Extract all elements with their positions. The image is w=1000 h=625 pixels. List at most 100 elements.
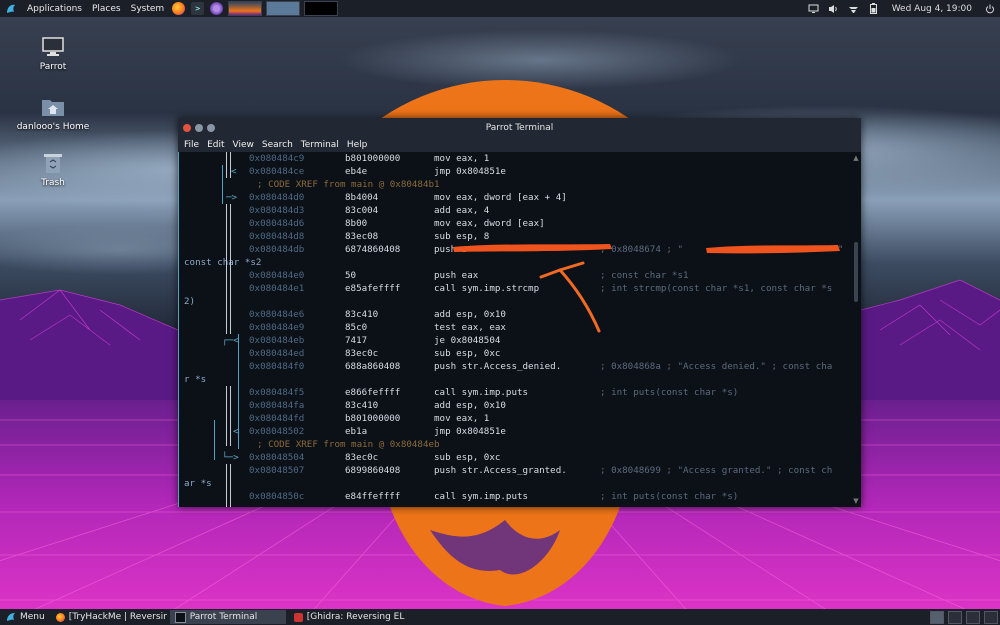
opcode-bytes: e84ffeffff [345,491,401,502]
flow-gutter-line [226,464,227,507]
instruction: sub esp, 0xc [434,348,501,359]
scrollbar-thumb[interactable] [854,242,858,302]
terminal-output[interactable]: 0x080484c9 b801000000 mov eax, 1 0x080484ce… [178,152,851,507]
menu-edit[interactable]: Edit [203,140,228,150]
clock[interactable]: Wed Aug 4, 19:00 [888,3,976,15]
xref-comment-line: ; CODE XREF from main @ 0x80484b1 [178,178,851,191]
address: 0x080484db [249,244,305,255]
opcode-bytes: 6874860408 [345,244,401,255]
firefox-icon[interactable] [172,2,186,15]
volume-icon[interactable] [828,3,840,15]
menu-button[interactable]: Menu [0,609,51,625]
xref-comment-line: ; CODE XREF from main @ 0x80484eb [178,438,851,451]
workspace-thumbnail-1[interactable] [228,1,263,16]
address: 0x08048504 [249,452,305,463]
workspace-1[interactable] [930,610,944,624]
workspace-4[interactable] [984,610,998,624]
opcode-bytes: 83c004 [345,205,379,216]
wrapped-text: 2) [184,296,196,307]
address: 0x080484fa [249,400,305,411]
scroll-down-icon[interactable]: ▼ [852,497,860,505]
desktop-icon-parrot[interactable]: Parrot [13,34,93,72]
instruction: add esp, 0x10 [434,400,506,411]
disasm-line: 0x08048507 6899860408 push str.Access_gran… [178,464,851,477]
instruction: sub esp, 8 [434,231,490,242]
menu-search[interactable]: Search [258,140,297,150]
wrapped-text: const char *s2 [184,257,262,268]
menu-view[interactable]: View [229,140,258,150]
terminal-window[interactable]: Parrot Terminal File Edit View Search Te… [178,118,861,507]
home-folder-icon [40,94,66,120]
flow-gutter-line [214,420,215,460]
flow-gutter-line [226,152,227,178]
disasm-line: 0x080484e1 e85afeffff call sym.imp.strcmp;… [178,282,851,295]
desktop-icon-trash[interactable]: Trash [13,150,93,188]
address: 0x080484fd [249,413,305,424]
flow-gutter-line [230,308,231,334]
terminal-icon [174,611,186,623]
menu-file[interactable]: File [180,140,203,150]
instruction: push s [434,244,468,255]
parrot-menu-icon[interactable] [0,0,22,17]
opcode-bytes: 8b4004 [345,192,379,203]
flow-arrow: ─> [226,192,238,203]
taskbar-item-terminal[interactable]: Parrot Terminal [169,610,286,624]
disasm-line: 0x080484e9 85c0 test eax, eax [178,321,851,334]
system-menu[interactable]: System [126,0,170,17]
close-button[interactable] [183,123,191,132]
flow-gutter-line [226,204,227,308]
disasm-line: 0x0804850c e84ffeffff call sym.imp.puts ; i… [178,490,851,503]
terminal-icon[interactable]: > [191,2,205,15]
comment-tail: " ; [838,244,851,255]
task-label: Parrot Terminal [189,612,258,622]
desktop-icon-label: Trash [41,178,65,188]
desktop-icon-home[interactable]: danlooo's Home [13,94,93,132]
terminal-scrollbar[interactable]: ▲ ▼ [851,152,861,507]
disasm-line: 0x08048502 eb1a jmp 0x804851e [178,425,851,438]
firefox-icon [55,612,65,622]
opcode-bytes: 50 [345,270,357,281]
terminal-titlebar[interactable]: Parrot Terminal [178,118,861,137]
address: 0x080484f5 [249,387,305,398]
parrot-menu-icon [7,613,15,621]
flow-gutter-line [226,386,227,446]
disasm-line: 0x080484db 6874860408 push s ; 0x8048674 ; … [178,243,851,256]
desktop-icon-label: danlooo's Home [16,122,90,132]
opcode-bytes: b801000000 [345,153,401,164]
taskbar-item-ghidra[interactable]: [Ghidra: Reversing ELF... [289,610,405,624]
workspace-3[interactable] [966,610,980,624]
wrapped-comment-line: r *s [178,373,851,386]
opcode-bytes: 6899860408 [345,465,401,476]
instruction: call sym.imp.puts [434,387,529,398]
workspace-2[interactable] [948,610,962,624]
scroll-up-icon[interactable]: ▲ [852,154,860,162]
opcode-bytes: e85afeffff [345,283,401,294]
tor-browser-icon[interactable] [210,2,224,15]
monitor-icon[interactable] [808,3,820,15]
menu-help[interactable]: Help [343,140,372,150]
instruction: jmp 0x804851e [434,426,506,437]
wrapped-text: r *s [184,374,207,385]
maximize-button[interactable] [207,123,215,132]
minimize-button[interactable] [195,123,203,132]
address: 0x080484c9 [249,153,305,164]
applications-menu[interactable]: Applications [22,0,87,17]
desktop-icon-label: Parrot [39,62,67,72]
taskbar-item-firefox[interactable]: [TryHackMe | Reversin... [51,610,167,624]
address: 0x080484e1 [249,283,305,294]
terminal-menubar: File Edit View Search Terminal Help [178,137,861,152]
instruction: call sym.imp.puts [434,491,529,502]
battery-icon[interactable] [868,3,880,15]
network-icon[interactable] [848,3,860,15]
trash-icon [40,150,66,176]
comment: ; 0x8048674 ; " [600,244,683,255]
comment: ; int strcmp(const char *s1, const char … [600,283,833,294]
power-icon[interactable] [984,3,996,15]
menu-terminal[interactable]: Terminal [297,140,343,150]
comment: ; 0x8048699 ; "Access granted." ; const … [600,465,833,476]
places-menu[interactable]: Places [87,0,126,17]
workspace-thumbnail-3[interactable] [304,1,339,16]
address: 0x080484eb [249,335,305,346]
workspace-thumbnail-2[interactable] [266,1,301,16]
task-label: [TryHackMe | Reversin... [68,612,167,622]
